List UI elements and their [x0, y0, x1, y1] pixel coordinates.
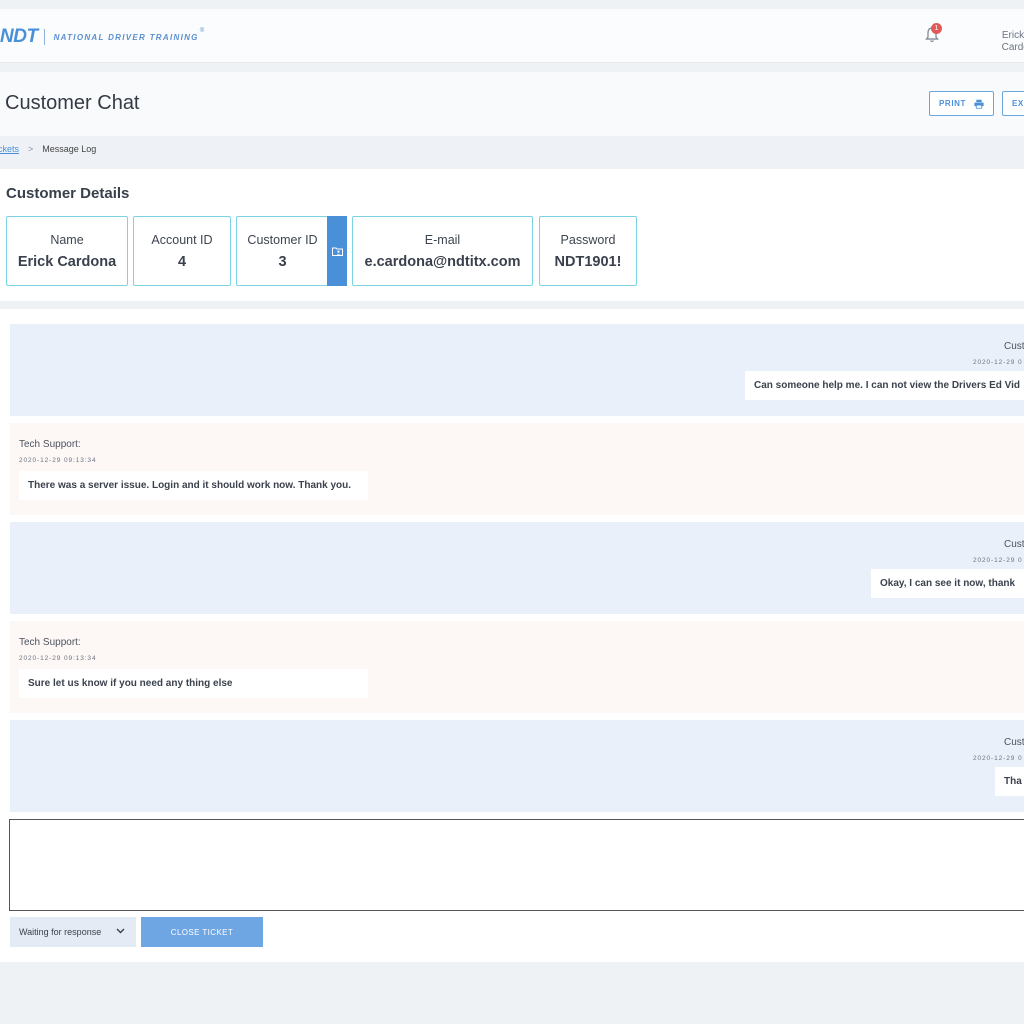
customer-message: Cust 2020-12-29 0 Can someone help me. I… [10, 324, 1024, 416]
message-timestamp: 2020-12-29 09:13:34 [19, 457, 97, 464]
password-card: Password NDT1901! [539, 216, 637, 286]
message-sender: Cust [1004, 737, 1024, 748]
breadcrumb-bar [0, 136, 1024, 168]
close-ticket-button[interactable]: CLOSE TICKET [141, 917, 263, 947]
card-label: Password [560, 233, 616, 247]
message-text: There was a server issue. Login and it s… [19, 471, 368, 500]
customer-id-card: Customer ID 3 [236, 216, 329, 286]
message-timestamp: 2020-12-29 0 [973, 359, 1023, 366]
page-title: Customer Chat [5, 92, 140, 114]
breadcrumb-current: Message Log [42, 144, 97, 154]
card-label: Customer ID [247, 233, 318, 247]
logo-divider [43, 29, 45, 45]
support-message: Tech Support: 2020-12-29 09:13:34 Sure l… [10, 621, 1024, 713]
message-sender: Cust [1004, 341, 1024, 352]
card-value: 3 [278, 254, 287, 270]
card-value: e.cardona@ndtitx.com [364, 254, 521, 270]
logo[interactable]: NDT National Driver Training ® [0, 26, 204, 48]
card-value: NDT1901! [554, 254, 622, 270]
message-text: Sure let us know if you need any thing e… [19, 669, 368, 698]
name-card: Name Erick Cardona [6, 216, 128, 286]
customer-details: Customer Details Name Erick Cardona Acco… [0, 169, 1024, 301]
user-menu[interactable]: Erick C Cardon [988, 30, 1024, 54]
message-timestamp: 2020-12-29 0 [973, 557, 1023, 564]
top-bar: NDT National Driver Training ® [0, 9, 1024, 63]
ticket-status-value: Waiting for response [19, 927, 102, 937]
message-sender: Cust [1004, 539, 1024, 550]
message-text: Okay, I can see it now, thank [871, 569, 1024, 598]
message-timestamp: 2020-12-29 09:13:34 [19, 655, 97, 662]
breadcrumb: ckets > Message Log [0, 144, 96, 154]
customer-folder-button[interactable] [327, 216, 347, 286]
title-bar: Customer Chat PRINT EXI [0, 72, 1024, 136]
registered-mark: ® [199, 28, 205, 34]
card-value: 4 [177, 254, 187, 270]
notification-badge: 1 [931, 23, 942, 34]
support-message: Tech Support: 2020-12-29 09:13:34 There … [10, 423, 1024, 515]
exit-button[interactable]: EXI [1002, 91, 1024, 116]
close-ticket-label: CLOSE TICKET [170, 927, 234, 937]
logo-mark: NDT [0, 26, 38, 47]
customer-details-title: Customer Details [6, 185, 130, 202]
ticket-status-select[interactable]: Waiting for response [10, 917, 136, 947]
message-timestamp: 2020-12-29 0 [973, 755, 1023, 762]
card-label: E-mail [424, 233, 461, 247]
email-card: E-mail e.cardona@ndtitx.com [352, 216, 533, 286]
print-button-label: PRINT [939, 99, 966, 108]
logo-text: National Driver Training [53, 32, 199, 42]
printer-icon [974, 99, 984, 109]
exit-button-label: EXI [1012, 99, 1024, 108]
message-text: Can someone help me. I can not view the … [745, 371, 1024, 400]
reply-textarea[interactable] [9, 819, 1024, 911]
message-sender: Tech Support: [19, 439, 81, 450]
customer-message: Cust 2020-12-29 0 Tha [10, 720, 1024, 812]
breadcrumb-tickets-link[interactable]: ckets [0, 144, 19, 154]
customer-message: Cust 2020-12-29 0 Okay, I can see it now… [10, 522, 1024, 614]
message-text: Tha [995, 767, 1024, 796]
card-label: Name [50, 233, 84, 247]
print-button[interactable]: PRINT [929, 91, 994, 116]
user-last-name: Cardon [1001, 42, 1024, 53]
card-value: Erick Cardona [17, 254, 117, 270]
breadcrumb-separator: > [28, 144, 34, 154]
message-sender: Tech Support: [19, 637, 81, 648]
card-label: Account ID [151, 233, 213, 247]
account-id-card: Account ID 4 [133, 216, 231, 286]
user-first-name: Erick C [1001, 30, 1024, 41]
folder-user-icon [331, 247, 343, 256]
chevron-down-icon [116, 928, 125, 934]
